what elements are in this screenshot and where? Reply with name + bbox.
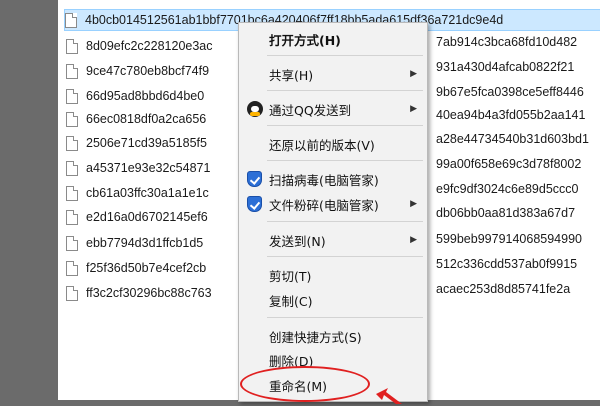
menu-item-label: 复制(C) [269, 293, 313, 309]
menu-separator [267, 221, 423, 222]
chevron-right-icon: ▶ [410, 235, 417, 245]
menu-item-label: 文件粉碎(电脑管家) [269, 197, 379, 213]
menu-separator [267, 317, 423, 318]
file-name: 8d09efc2c228120e3ac [86, 39, 213, 53]
file-icon [65, 12, 77, 28]
file-name: 9ce47c780eb8bcf74f9 [86, 64, 210, 78]
file-name: e2d16a0d6702145ef6 [86, 210, 208, 224]
chevron-right-icon: ▶ [410, 199, 417, 209]
menu-item-label: 创建快捷方式(S) [269, 329, 362, 345]
file-name: cb61a03ffc30a1a1e1c [86, 186, 209, 200]
context-menu: 打开方式(H) 共享(H) ▶ 通过QQ发送到 ▶ 还原以前的版本(V) 扫描病… [238, 22, 428, 402]
menu-item-scan-virus[interactable]: 扫描病毒(电脑管家) [239, 167, 427, 191]
file-icon [66, 88, 78, 104]
menu-item-copy[interactable]: 复制(C) [239, 288, 427, 312]
menu-item-label: 剪切(T) [269, 268, 312, 284]
file-icon [66, 63, 78, 79]
file-name-tail: 40ea94b4a3fd055b2aa141 [436, 108, 586, 122]
file-name: ebb7794d3d1ffcb1d5 [86, 236, 204, 250]
shield-icon [247, 171, 262, 187]
file-name-tail: 7ab914c3bca68fd10d482 [436, 35, 578, 49]
file-name: f25f36d50b7e4cef2cb [86, 261, 207, 275]
menu-separator [267, 160, 423, 161]
menu-item-share[interactable]: 共享(H) ▶ [239, 62, 427, 86]
file-name-tail: db06bb0aa81d383a67d7 [436, 206, 576, 220]
file-name: 66ec0818df0a2ca656 [86, 112, 207, 126]
file-icon [66, 260, 78, 276]
chevron-right-icon: ▶ [410, 69, 417, 79]
file-icon [66, 285, 78, 301]
menu-item-send-qq[interactable]: 通过QQ发送到 ▶ [239, 97, 427, 121]
file-name: ff3c2cf30296bc88c763 [86, 286, 212, 300]
file-name-tail: 9b67e5fca0398ce5eff8446 [436, 85, 584, 99]
file-name-tail: 931a430d4afcab0822f21 [436, 60, 575, 74]
shield-icon [247, 196, 262, 212]
menu-item-label: 发送到(N) [269, 233, 326, 249]
menu-item-send-to[interactable]: 发送到(N) ▶ [239, 228, 427, 252]
file-name-tail: 599beb997914068594990 [436, 232, 582, 246]
menu-item-label: 打开方式(H) [269, 32, 341, 48]
file-icon [66, 209, 78, 225]
menu-separator [267, 55, 423, 56]
highlight-ring [240, 366, 370, 402]
menu-item-label: 还原以前的版本(V) [269, 137, 375, 153]
file-icon [66, 185, 78, 201]
qq-icon [247, 101, 263, 117]
file-icon [66, 38, 78, 54]
file-name-tail: 99a00f658e69c3d78f8002 [436, 157, 582, 171]
file-icon [66, 135, 78, 151]
file-name: a45371e93e32c54871 [86, 161, 211, 175]
menu-item-restore[interactable]: 还原以前的版本(V) [239, 132, 427, 156]
menu-item-shred[interactable]: 文件粉碎(电脑管家) ▶ [239, 192, 427, 216]
file-icon [66, 235, 78, 251]
file-name-tail: e9fc9df3024c6e89d5ccc0 [436, 182, 579, 196]
file-name: 2506e71cd39a5185f5 [86, 136, 207, 150]
file-icon [66, 111, 78, 127]
file-name-tail: acaec253d8d85741fe2a [436, 282, 571, 296]
menu-separator [267, 125, 423, 126]
menu-item-open-with[interactable]: 打开方式(H) [239, 27, 427, 51]
menu-item-label: 共享(H) [269, 67, 314, 83]
file-name: 66d95ad8bbd6d4be0 [86, 89, 205, 103]
file-name-tail: a28e44734540b31d603bd1 [436, 132, 589, 146]
menu-separator [267, 256, 423, 257]
menu-item-label: 通过QQ发送到 [269, 102, 352, 118]
chevron-right-icon: ▶ [410, 104, 417, 114]
menu-item-label: 扫描病毒(电脑管家) [269, 172, 379, 188]
file-name-tail: 512c336cdd537ab0f9915 [436, 257, 578, 271]
menu-item-cut[interactable]: 剪切(T) [239, 263, 427, 287]
menu-item-create-shortcut[interactable]: 创建快捷方式(S) [239, 324, 427, 348]
red-arrow-icon [376, 388, 402, 404]
menu-separator [267, 90, 423, 91]
file-icon [66, 160, 78, 176]
